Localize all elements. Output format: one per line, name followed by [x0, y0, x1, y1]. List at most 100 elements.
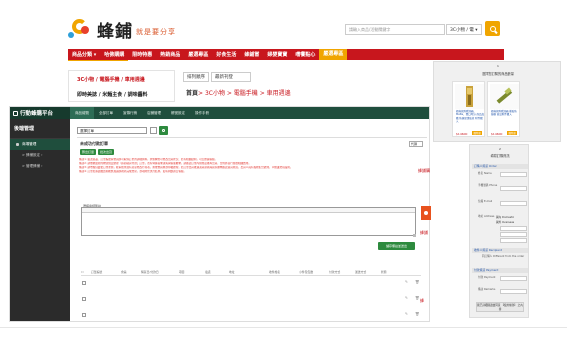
- product-name[interactable]: 經典款附贈漆器、Matte、開口時計 商品加購 防窺保護貼款 附件購入: [456, 110, 484, 123]
- order-form-panel: 2 填寫訂購資訊 訂購人資訊 Order 姓名 Name 手機號碼 Phone …: [469, 144, 529, 318]
- recipient-option[interactable]: 同訂購人 Different from the order: [480, 255, 526, 258]
- payment-section-head: 付款資訊 Payment: [472, 268, 528, 273]
- delete-icon[interactable]: 🗑: [415, 312, 419, 316]
- nav-item-hot[interactable]: 熱銷商品: [156, 51, 184, 58]
- address-city-select[interactable]: [500, 226, 527, 231]
- sort-select[interactable]: 最新刊登: [211, 72, 251, 82]
- col-status: 狀態: [381, 270, 387, 274]
- peek-text: 蜂: [420, 298, 424, 303]
- name-label: 姓名 Name: [478, 172, 492, 175]
- breadcrumb-path[interactable]: > 3C小物 > 電腦手機 > 車用週邊: [198, 90, 291, 97]
- category-box: 3C小物 / 電腦手機 / 車用週邊 即時美誌 / 米麵主食 / 調味醬料: [68, 70, 175, 102]
- nav-item-featured[interactable]: 嚴選專區: [319, 49, 348, 60]
- nav-item-harvard[interactable]: 哈佛購購: [100, 51, 128, 58]
- col-order-no: 訂單編號: [91, 270, 103, 274]
- search-icon: [162, 129, 165, 132]
- store-icon: [13, 110, 18, 116]
- share-icon: [424, 211, 428, 215]
- batch-ship-button[interactable]: 批次出貨: [98, 149, 115, 155]
- editor-toolbar[interactable]: [82, 208, 415, 213]
- select-all-checkbox[interactable]: ☐: [81, 270, 91, 274]
- order-title: 填寫訂購資訊: [490, 154, 510, 158]
- search-button[interactable]: [485, 21, 500, 36]
- row-checkbox[interactable]: [82, 281, 86, 285]
- tab-manual[interactable]: 操作手冊: [190, 111, 214, 116]
- product-image[interactable]: [490, 84, 519, 109]
- nav-item-selected[interactable]: 嚴選專區: [184, 51, 212, 58]
- logo-text: 蜂鋪: [97, 21, 133, 42]
- edit-icon[interactable]: ✎: [405, 312, 408, 316]
- action-buttons: 匯出訂單 批次出貨: [80, 149, 116, 155]
- filter-select[interactable]: 代碼: [409, 141, 423, 147]
- nav-item-snacks[interactable]: 嚐饗點心: [291, 51, 319, 58]
- search-input[interactable]: 請輸入商品/活動關鍵字: [345, 24, 445, 35]
- category-subtitle[interactable]: 即時美誌 / 米麵主食 / 調味醬料: [77, 91, 148, 98]
- note-line: 備註4: 訂單若超過鑑賞期後無異議即視為完成交易，款項將於次月結算，如有問題請洽…: [79, 169, 187, 173]
- payment-label: 付款 Payment: [478, 276, 496, 279]
- delete-icon[interactable]: 🗑: [415, 296, 419, 300]
- cart-title: 選擇您訂購的商品數量: [482, 72, 514, 76]
- admin-topbar: 行動蜂購平台 商品總覽 全部訂單 宣傳行銷 店舖管理 帳號設定 操作手冊: [10, 107, 429, 119]
- share-button[interactable]: [421, 206, 431, 220]
- tab-marketing[interactable]: 宣傳行銷: [118, 111, 142, 116]
- nav-item-baby[interactable]: 婦嬰寶寶: [263, 51, 291, 58]
- save-remark-button[interactable]: 儲存備註並送出: [378, 242, 415, 250]
- export-orders-button[interactable]: 匯出訂單: [80, 149, 97, 155]
- sidebar-item-settings[interactable]: > 蜂鋪設定 ›: [10, 150, 70, 161]
- remark-editor[interactable]: [81, 207, 416, 236]
- search-icon: [489, 25, 496, 32]
- step-number: 2: [499, 147, 501, 151]
- delete-icon[interactable]: 🗑: [415, 280, 419, 284]
- nav-item-flash-sale[interactable]: 限時特惠: [128, 51, 156, 58]
- edit-icon[interactable]: ✎: [405, 280, 408, 284]
- list-title: 未成功付款訂單: [80, 141, 108, 146]
- tab-orders[interactable]: 全部訂單: [94, 111, 118, 116]
- nav-item-categories[interactable]: 商品分類 ▾: [68, 51, 100, 58]
- overseas-radio[interactable]: 國外 Overseas: [496, 220, 514, 224]
- address-district-select[interactable]: [500, 232, 527, 237]
- resize-handle[interactable]: [413, 234, 416, 237]
- tab-store[interactable]: 店舖管理: [142, 111, 166, 116]
- remarks-field[interactable]: [500, 289, 527, 294]
- sidebar-item-manage[interactable]: > 管理蜂鋪 ›: [10, 161, 70, 172]
- tab-account[interactable]: 帳號設定: [166, 111, 190, 116]
- tab-products[interactable]: 商品總覽: [70, 107, 94, 119]
- order-select[interactable]: 選擇訂單: [77, 127, 147, 134]
- email-field[interactable]: [500, 201, 527, 206]
- address-label: 地址 Address: [478, 215, 495, 218]
- sidebar-title: 後端管理: [10, 119, 70, 139]
- address-field[interactable]: [500, 238, 527, 243]
- nav-item-taste[interactable]: 蜂鋪嘗: [240, 51, 263, 58]
- breadcrumb-home[interactable]: 首頁: [186, 90, 198, 97]
- agree-terms-checkbox[interactable]: 我已詳細閱讀並同意 【使用條款】 之內容: [476, 302, 524, 312]
- cutter-icon: [496, 87, 513, 104]
- phone-field[interactable]: [500, 186, 527, 191]
- product-card[interactable]: 經典款附贈漆器、Matte、開口時計 商品加購 防窺保護貼款 附件購入 $146…: [452, 81, 485, 137]
- nav-item-life[interactable]: 好食生活: [212, 51, 240, 58]
- add-to-cart-button[interactable]: 購物車: [472, 131, 482, 135]
- row-checkbox[interactable]: [82, 313, 86, 317]
- category-title[interactable]: 3C小物 / 電腦手機 / 車用週邊: [77, 76, 145, 83]
- search-scope-select[interactable]: 3C小物 / 電 ▾: [446, 24, 482, 35]
- admin-brand-text: 行動蜂購平台: [20, 111, 54, 117]
- col-address: 地址: [229, 270, 235, 274]
- cart-panel: 1 選擇您訂購的商品數量 經典款附贈漆器、Matte、開口時計 商品加購 防窺保…: [433, 61, 561, 142]
- payment-select[interactable]: [500, 276, 527, 281]
- name-field[interactable]: [500, 172, 527, 177]
- sidebar-item-mall[interactable]: 商場管理: [10, 139, 70, 150]
- site-logo[interactable]: 蜂鋪 就是要分享: [68, 16, 176, 42]
- product-image[interactable]: [455, 84, 484, 109]
- edit-icon[interactable]: ✎: [405, 296, 408, 300]
- product-name[interactable]: 經典款附贈漆器 撕貼防窺模 商品附件購入: [491, 110, 519, 117]
- divider: [68, 60, 128, 61]
- col-date: 購買日/付款日: [141, 270, 159, 274]
- domestic-radio[interactable]: 國內 Domestic: [496, 215, 514, 219]
- order-search-button[interactable]: [159, 126, 168, 135]
- admin-window: 行動蜂購平台 商品總覽 全部訂單 宣傳行銷 店舖管理 帳號設定 操作手冊 後端管…: [9, 106, 430, 322]
- product-card[interactable]: 經典款附贈漆器 撕貼防窺模 商品附件購入 $14600 購物車: [487, 81, 520, 137]
- add-to-cart-button[interactable]: 購物車: [507, 131, 517, 135]
- row-checkbox[interactable]: [82, 297, 86, 301]
- home-icon: [16, 143, 19, 146]
- admin-brand[interactable]: 行動蜂購平台: [10, 107, 70, 119]
- order-search-input[interactable]: [150, 127, 157, 134]
